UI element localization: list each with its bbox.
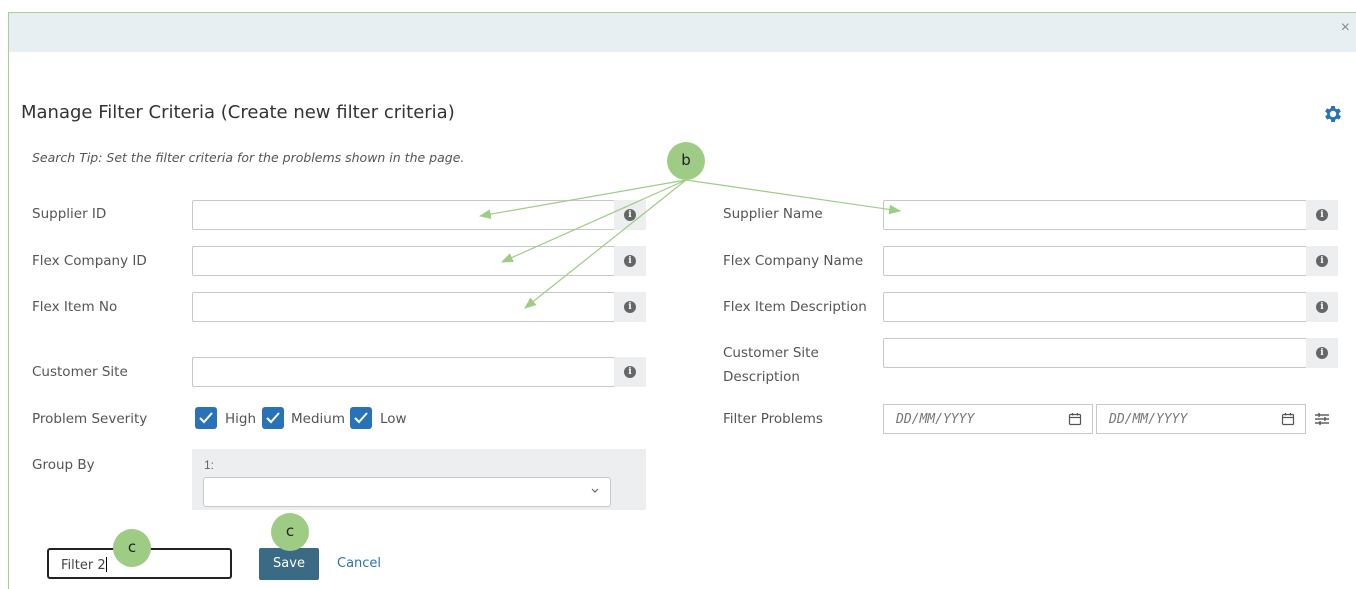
info-icon[interactable]: i <box>1306 338 1338 368</box>
supplier-name-group: i <box>883 200 1338 230</box>
dialog-titlebar <box>9 13 1356 52</box>
flex-company-name-group: i <box>883 246 1338 276</box>
flex-company-id-group: i <box>192 246 646 276</box>
severity-medium-label: Medium <box>291 411 345 427</box>
severity-low-label: Low <box>380 411 407 427</box>
supplier-id-group: i <box>192 200 646 230</box>
flex-item-description-group: i <box>883 292 1338 322</box>
severity-low-checkbox[interactable] <box>350 407 372 429</box>
flex-company-id-input[interactable] <box>192 246 615 276</box>
cancel-link[interactable]: Cancel <box>337 556 381 571</box>
customer-site-group: i <box>192 357 646 387</box>
group-by-panel: 1: <box>192 449 646 510</box>
customer-site-description-label-line1: Customer Site <box>723 345 819 361</box>
date-from-placeholder: DD/MM/YYYY <box>896 412 975 427</box>
flex-item-no-label: Flex Item No <box>32 299 118 315</box>
customer-site-description-input[interactable] <box>883 338 1307 368</box>
check-icon <box>199 412 213 424</box>
supplier-name-label: Supplier Name <box>723 206 823 222</box>
annotation-callout-c: c <box>271 513 309 551</box>
date-to-input[interactable]: DD/MM/YYYY <box>1096 404 1306 434</box>
calendar-icon[interactable] <box>1281 412 1295 426</box>
sliders-icon[interactable] <box>1313 410 1331 428</box>
flex-item-description-label: Flex Item Description <box>723 299 867 315</box>
info-icon[interactable]: i <box>614 292 646 322</box>
save-button[interactable]: Save <box>259 548 319 580</box>
flex-company-name-input[interactable] <box>883 246 1307 276</box>
check-icon <box>266 412 280 424</box>
group-by-label: Group By <box>32 457 95 473</box>
severity-high-checkbox[interactable] <box>195 407 217 429</box>
customer-site-input[interactable] <box>192 357 615 387</box>
info-icon[interactable]: i <box>614 357 646 387</box>
severity-medium-checkbox[interactable] <box>262 407 284 429</box>
chevron-down-icon <box>591 488 599 493</box>
supplier-name-input[interactable] <box>883 200 1307 230</box>
problem-severity-label: Problem Severity <box>32 411 148 427</box>
filter-problems-label: Filter Problems <box>723 411 823 427</box>
info-icon[interactable]: i <box>1306 200 1338 230</box>
check-icon <box>354 412 368 424</box>
supplier-id-input[interactable] <box>192 200 615 230</box>
search-tip: Search Tip: Set the filter criteria for … <box>32 150 465 165</box>
info-icon[interactable]: i <box>614 200 646 230</box>
info-icon[interactable]: i <box>614 246 646 276</box>
customer-site-description-group: i <box>883 338 1338 368</box>
group-by-index: 1: <box>204 458 215 472</box>
page-title: Manage Filter Criteria (Create new filte… <box>21 102 455 123</box>
group-by-select[interactable] <box>203 477 611 507</box>
gear-icon[interactable] <box>1322 103 1344 125</box>
flex-company-id-label: Flex Company ID <box>32 253 147 269</box>
flex-company-name-label: Flex Company Name <box>723 253 864 269</box>
flex-item-no-group: i <box>192 292 646 322</box>
info-icon[interactable]: i <box>1306 246 1338 276</box>
close-icon[interactable]: × <box>1341 20 1350 36</box>
flex-item-description-input[interactable] <box>883 292 1307 322</box>
date-from-input[interactable]: DD/MM/YYYY <box>883 404 1093 434</box>
info-icon[interactable]: i <box>1306 292 1338 322</box>
customer-site-description-label-line2: Description <box>723 369 800 385</box>
customer-site-label: Customer Site <box>32 364 128 380</box>
flex-item-no-input[interactable] <box>192 292 615 322</box>
annotation-callout-c: c <box>113 529 151 567</box>
date-to-placeholder: DD/MM/YYYY <box>1109 412 1188 427</box>
supplier-id-label: Supplier ID <box>32 206 107 222</box>
annotation-callout-b: b <box>667 142 705 180</box>
calendar-icon[interactable] <box>1068 412 1082 426</box>
severity-high-label: High <box>225 411 257 427</box>
